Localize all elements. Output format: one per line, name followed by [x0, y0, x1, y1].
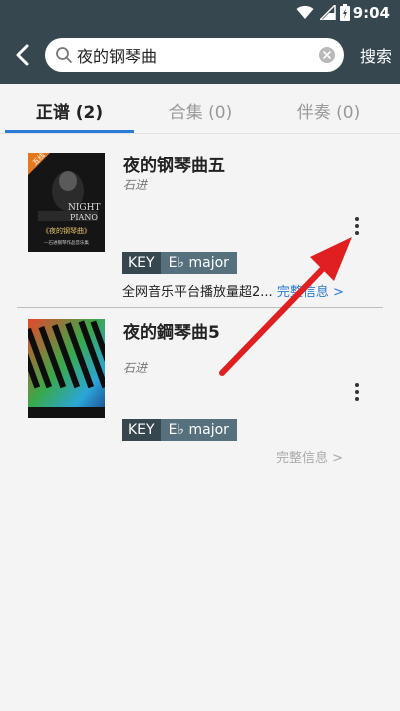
tab-collections[interactable]: 合集 (0)	[134, 98, 267, 123]
signal-icon	[320, 5, 336, 20]
annotation-arrow-icon	[219, 237, 352, 376]
tabs-divider	[0, 133, 400, 134]
search-box[interactable]	[45, 38, 344, 72]
tab-accompaniment[interactable]: 伴奏 (0)	[262, 98, 395, 123]
search-input[interactable]	[77, 42, 307, 68]
album-cover: 五线 NIGHT PIANO 《夜的钢琴曲》 —石进钢琴作品音乐集	[28, 153, 105, 252]
search-button[interactable]: 搜索	[355, 43, 397, 67]
more-dot-icon	[355, 397, 359, 401]
more-dot-icon	[355, 217, 359, 221]
key-label: KEY	[122, 252, 161, 274]
svg-text:《夜的钢琴曲》: 《夜的钢琴曲》	[42, 226, 91, 235]
clear-search-icon[interactable]	[319, 47, 335, 63]
key-badge: KEY E♭ major	[122, 419, 237, 441]
wifi-icon	[296, 5, 314, 19]
more-dot-icon	[355, 390, 359, 394]
full-info-link[interactable]: 完整信息 >	[276, 447, 343, 466]
album-cover	[28, 319, 105, 418]
status-time: 9:04	[352, 4, 390, 22]
svg-text:PIANO: PIANO	[70, 213, 98, 222]
app-header: 9:04 搜索	[0, 0, 400, 84]
svg-text:NIGHT: NIGHT	[68, 203, 100, 213]
tab-scores[interactable]: 正谱 (2)	[3, 98, 136, 123]
score-title[interactable]: 夜的钢琴曲五	[123, 151, 225, 176]
svg-text:—石进钢琴作品音乐集: —石进钢琴作品音乐集	[44, 239, 89, 246]
result-tabs: 正谱 (2) 合集 (0) 伴奏 (0)	[0, 84, 400, 134]
key-label: KEY	[122, 419, 161, 441]
battery-icon	[340, 4, 350, 21]
score-title[interactable]: 夜的鋼琴曲5	[123, 318, 220, 343]
key-value: E♭ major	[160, 419, 237, 441]
back-button[interactable]	[6, 38, 40, 72]
score-composer: 石进	[123, 361, 148, 375]
score-composer: 石进	[123, 178, 148, 192]
status-bar: 9:04	[0, 0, 400, 26]
search-icon	[56, 47, 72, 63]
